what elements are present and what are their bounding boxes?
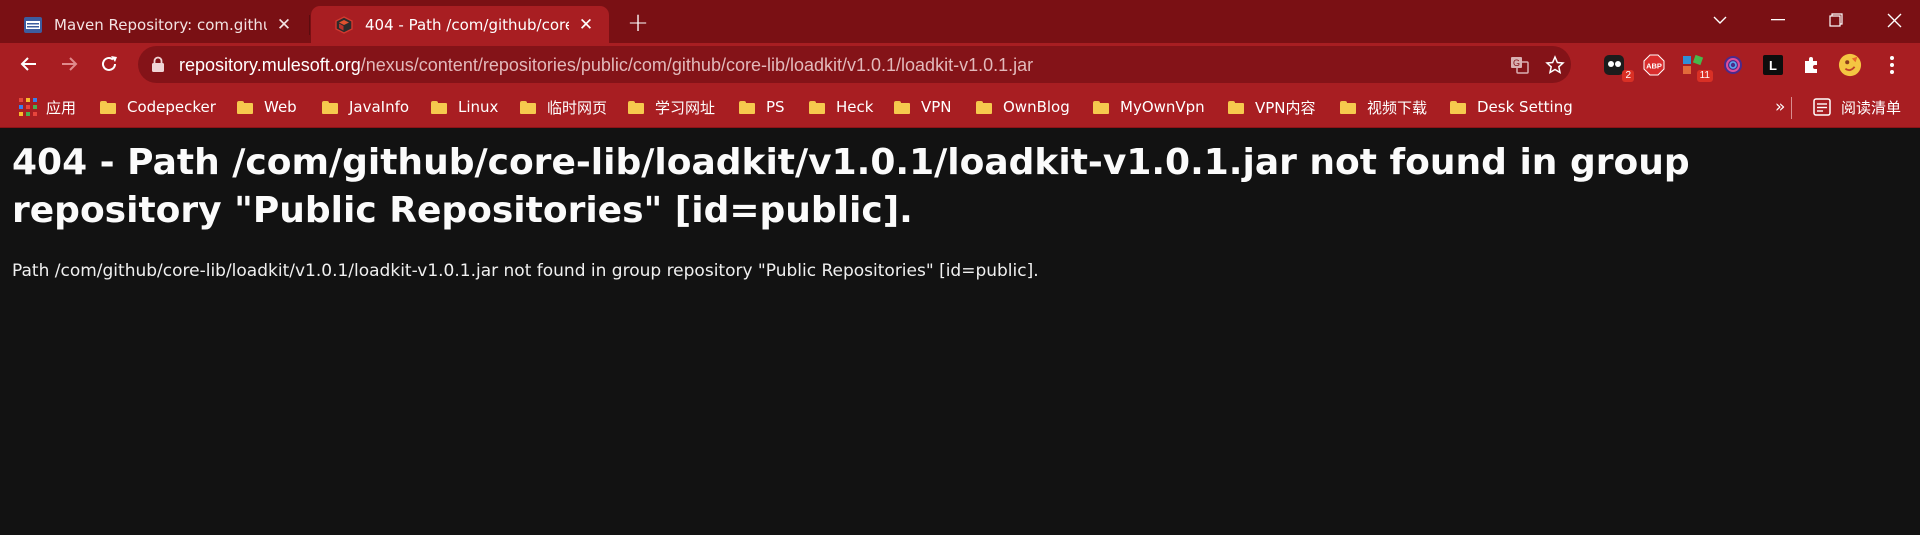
extension-badge: 11 — [1696, 70, 1713, 82]
arrow-left-icon — [20, 57, 36, 71]
apps-grid-icon — [19, 98, 37, 116]
error-heading: 404 - Path /com/github/core-lib/loadkit/… — [12, 142, 1690, 231]
bookmark-label: Heck — [836, 98, 874, 116]
abp-label: ABP — [1646, 62, 1662, 71]
puzzle-extensions-icon[interactable] — [1800, 53, 1824, 77]
l-label: L — [1769, 58, 1777, 73]
folder-icon — [894, 100, 910, 114]
bookmark-folder[interactable]: Web — [237, 95, 297, 119]
close-tab-icon[interactable]: ✕ — [575, 14, 597, 36]
tab-404-page[interactable]: 404 - Path /com/github/core-l ✕ — [311, 6, 609, 43]
bookmark-label: MyOwnVpn — [1120, 98, 1205, 116]
bookmark-folder[interactable]: Desk Setting — [1450, 95, 1573, 119]
reload-icon — [102, 56, 117, 71]
page-content: 404 - Path /com/github/core-lib/loadkit/… — [0, 129, 1920, 535]
folder-icon — [739, 100, 755, 114]
bookmark-label: Desk Setting — [1477, 98, 1573, 116]
bookmark-folder[interactable]: PS — [739, 95, 785, 119]
bookmark-folder[interactable]: Codepecker — [100, 95, 216, 119]
folder-icon — [100, 100, 116, 114]
tab-search-icon[interactable] — [1691, 0, 1749, 40]
minimize-icon[interactable] — [1749, 0, 1807, 40]
adblock-plus-icon[interactable]: ABP — [1642, 53, 1666, 77]
bookmarks-overflow-button[interactable]: » — [1775, 95, 1785, 119]
folder-icon — [1093, 100, 1109, 114]
bookmark-label: 视频下载 — [1367, 98, 1428, 117]
bookmark-folder[interactable]: 视频下载 — [1340, 95, 1427, 119]
folder-icon — [322, 100, 338, 114]
folder-icon — [1340, 100, 1356, 114]
reading-list-label: 阅读清单 — [1841, 98, 1902, 117]
url-path: /nexus/content/repositories/public/com/g… — [360, 55, 1034, 75]
bookmark-apps[interactable]: 应用 — [19, 95, 76, 119]
reload-button[interactable] — [92, 47, 126, 81]
menu-dots-icon[interactable] — [1880, 53, 1904, 77]
folder-icon — [520, 100, 536, 114]
folder-icon — [237, 100, 253, 114]
close-window-icon[interactable] — [1865, 0, 1920, 40]
reading-list-icon — [1813, 98, 1831, 116]
extension-grid-icon[interactable]: 11 — [1681, 53, 1713, 82]
bookmark-label: 临时网页 — [547, 98, 608, 117]
bookmark-label: PS — [766, 98, 785, 116]
tab-title: 404 - Path /com/github/core-l — [365, 15, 569, 34]
bookmark-label: VPN内容 — [1255, 98, 1316, 117]
error-message: Path /com/github/core-lib/loadkit/v1.0.1… — [12, 261, 1039, 281]
extension-face-icon[interactable]: 2 — [1602, 53, 1634, 82]
folder-icon — [976, 100, 992, 114]
bookmark-folder[interactable]: VPN内容 — [1228, 95, 1316, 119]
browser-toolbar: repository.mulesoft.org/nexus/content/re… — [0, 43, 1920, 86]
bookmark-star-icon[interactable] — [1544, 54, 1566, 76]
address-bar[interactable]: repository.mulesoft.org/nexus/content/re… — [138, 46, 1571, 83]
bookmark-folder[interactable]: 学习网址 — [628, 95, 715, 119]
mvnrepository-icon — [24, 16, 42, 33]
back-button[interactable] — [12, 47, 46, 81]
new-tab-button[interactable]: + — [624, 8, 652, 38]
bookmark-folder[interactable]: Linux — [431, 95, 498, 119]
profile-avatar-icon[interactable] — [1838, 53, 1862, 77]
reading-list-button[interactable]: 阅读清单 — [1813, 95, 1901, 119]
bookmarks-bar: 应用 Codepecker Web JavaInfo Linux 临时网页 学习… — [0, 86, 1920, 128]
svg-text:G: G — [1513, 58, 1520, 68]
folder-icon — [628, 100, 644, 114]
tab-strip: Maven Repository: com.github ✕ 404 - Pat… — [0, 0, 1920, 43]
bookmark-folder[interactable]: OwnBlog — [976, 95, 1070, 119]
extension-ring-icon[interactable] — [1721, 53, 1745, 77]
bookmark-folder[interactable]: MyOwnVpn — [1093, 95, 1205, 119]
folder-icon — [431, 100, 447, 114]
bookmark-label: Linux — [458, 98, 499, 116]
forward-button[interactable] — [52, 47, 86, 81]
lock-icon[interactable] — [151, 56, 165, 73]
bookmark-folder[interactable]: VPN — [894, 95, 952, 119]
extension-badge: 2 — [1622, 70, 1634, 82]
arrow-right-icon — [62, 57, 78, 71]
restore-icon[interactable] — [1807, 0, 1865, 40]
tab-title: Maven Repository: com.github — [54, 15, 267, 34]
bookmark-label: Web — [264, 98, 297, 116]
bookmark-label: JavaInfo — [349, 98, 410, 116]
folder-icon — [1450, 100, 1466, 114]
bookmark-folder[interactable]: 临时网页 — [520, 95, 607, 119]
tab-maven-repository[interactable]: Maven Repository: com.github ✕ — [0, 6, 307, 43]
bookmark-label: 应用 — [46, 98, 77, 117]
bookmark-folder[interactable]: Heck — [809, 95, 873, 119]
url-text[interactable]: repository.mulesoft.org/nexus/content/re… — [179, 55, 1033, 76]
bookmarks-divider — [1791, 97, 1792, 119]
bookmark-label: 学习网址 — [655, 98, 716, 117]
folder-icon — [809, 100, 825, 114]
translate-icon[interactable]: G — [1509, 54, 1531, 76]
close-tab-icon[interactable]: ✕ — [273, 14, 295, 36]
extension-l-icon[interactable]: L — [1761, 53, 1785, 77]
nexus-cube-icon — [335, 15, 353, 34]
bookmark-folder[interactable]: JavaInfo — [322, 95, 409, 119]
bookmark-label: Codepecker — [127, 98, 216, 116]
bookmark-label: VPN — [921, 98, 952, 116]
folder-icon — [1228, 100, 1244, 114]
tab-divider — [309, 15, 310, 35]
bookmark-label: OwnBlog — [1003, 98, 1070, 116]
url-host: repository.mulesoft.org — [179, 55, 361, 75]
